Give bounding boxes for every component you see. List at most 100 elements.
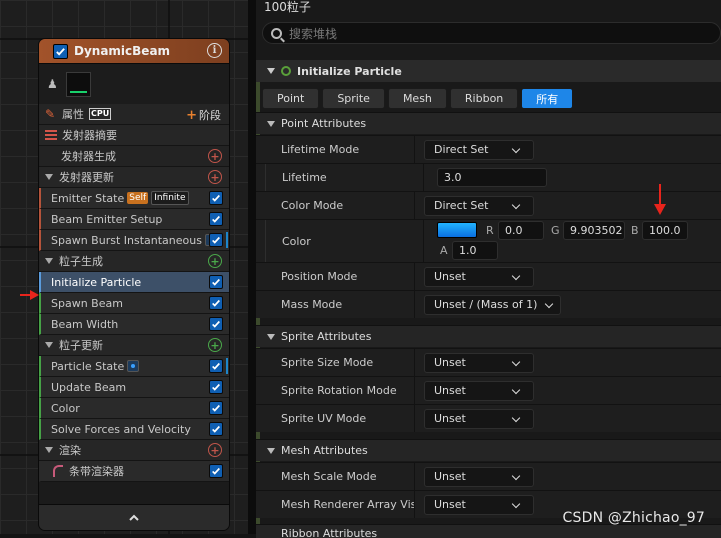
- module-enabled-checkbox[interactable]: [209, 359, 223, 373]
- add-module-icon[interactable]: +: [208, 149, 222, 163]
- stage-section-header[interactable]: 粒子更新 +: [39, 335, 229, 356]
- sprite-attributes-header[interactable]: Sprite Attributes: [256, 325, 721, 347]
- sprite-rotation-mode-value: Unset: [434, 384, 466, 397]
- search-placeholder: 搜索堆栈: [289, 26, 338, 41]
- chevron-down-icon: [511, 357, 521, 366]
- add-module-icon[interactable]: +: [208, 170, 222, 184]
- collapse-triangle-icon[interactable]: [267, 120, 275, 127]
- module-row[interactable]: Particle State: [39, 356, 229, 377]
- plus-icon: +: [186, 108, 197, 123]
- module-enabled-checkbox[interactable]: [209, 275, 223, 289]
- mesh-renderer-array-value: Unset: [434, 498, 466, 511]
- emitter-node[interactable]: DynamicBeam i ♟ ✎ 属性 CPU + 阶段 发射器摘要 发射器生成 +…: [38, 38, 230, 531]
- module-row[interactable]: Initialize Particle: [39, 272, 229, 293]
- module-row[interactable]: Update Beam: [39, 377, 229, 398]
- info-icon[interactable]: i: [207, 43, 222, 58]
- sprite-size-mode-row: Sprite Size Mode Unset: [256, 348, 721, 376]
- stage-section-header[interactable]: 粒子生成 +: [39, 251, 229, 272]
- module-enabled-checkbox[interactable]: [209, 212, 223, 226]
- color-mode-row: Color Mode Direct Set: [256, 191, 721, 219]
- color-a-input[interactable]: 1.0: [452, 241, 498, 260]
- mesh-attributes-header[interactable]: Mesh Attributes: [256, 439, 721, 461]
- chevron-down-icon: [511, 471, 521, 480]
- collapse-triangle-icon[interactable]: [45, 447, 53, 453]
- row-label: Emitter State: [51, 191, 125, 205]
- module-row[interactable]: Spawn Burst Instantaneous: [39, 230, 229, 251]
- color-g-input[interactable]: 9.903502: [563, 221, 625, 240]
- sim-target-badge: CPU: [89, 108, 112, 120]
- mesh-renderer-array-dropdown[interactable]: Unset: [424, 494, 534, 515]
- add-module-icon[interactable]: +: [208, 338, 222, 352]
- filter-mesh[interactable]: Mesh: [387, 88, 447, 109]
- filter-sprite[interactable]: Sprite: [322, 88, 385, 109]
- sprite-size-mode-dropdown[interactable]: Unset: [424, 352, 534, 373]
- lifetime-label: Lifetime: [265, 164, 424, 191]
- selection-details-panel: 100粒子 搜索堆栈 Initialize Particle Point Spr…: [256, 0, 721, 538]
- lifetime-input[interactable]: 3.0: [437, 168, 547, 187]
- collapse-triangle-icon[interactable]: [267, 333, 275, 340]
- filter-ribbon[interactable]: Ribbon: [449, 88, 519, 109]
- emitter-summary-row[interactable]: 发射器摘要: [39, 125, 229, 146]
- stage-row[interactable]: 发射器生成 +: [39, 146, 229, 167]
- emitter-thumbnail[interactable]: [65, 71, 91, 97]
- color-swatch[interactable]: [437, 222, 477, 238]
- row-label: Solve Forces and Velocity: [51, 422, 191, 436]
- add-module-icon[interactable]: +: [208, 443, 222, 457]
- module-enabled-checkbox[interactable]: [209, 233, 223, 247]
- row-label: 发射器更新: [59, 171, 114, 184]
- module-enabled-checkbox[interactable]: [209, 464, 223, 478]
- row-label: Particle State: [51, 359, 125, 373]
- module-enabled-checkbox[interactable]: [209, 422, 223, 436]
- module-row[interactable]: Emitter State Self Infinite: [39, 188, 229, 209]
- module-enabled-checkbox[interactable]: [209, 296, 223, 310]
- color-mode-dropdown[interactable]: Direct Set: [424, 195, 534, 216]
- stage-section-header[interactable]: 渲染 +: [39, 440, 229, 461]
- color-r-input[interactable]: 0.0: [498, 221, 544, 240]
- module-row[interactable]: Solve Forces and Velocity: [39, 419, 229, 440]
- sprite-rotation-mode-dropdown[interactable]: Unset: [424, 380, 534, 401]
- collapse-triangle-icon[interactable]: [45, 258, 53, 264]
- add-stage-button[interactable]: + 阶段: [186, 107, 223, 123]
- node-header[interactable]: DynamicBeam i: [39, 39, 229, 64]
- position-mode-dropdown[interactable]: Unset: [424, 266, 534, 287]
- mesh-scale-mode-dropdown[interactable]: Unset: [424, 466, 534, 487]
- emitter-enabled-checkbox[interactable]: [53, 43, 68, 59]
- module-row[interactable]: Color: [39, 398, 229, 419]
- lifetime-mode-dropdown[interactable]: Direct Set: [424, 139, 534, 160]
- filter-all[interactable]: 所有: [521, 88, 574, 109]
- mesh-attributes-title: Mesh Attributes: [281, 444, 368, 457]
- row-label: Beam Emitter Setup: [51, 212, 163, 226]
- ribbon-icon: [53, 465, 63, 477]
- properties-row[interactable]: ✎ 属性 CPU + 阶段: [39, 104, 229, 125]
- module-row[interactable]: Beam Emitter Setup: [39, 209, 229, 230]
- color-b-input[interactable]: 100.0: [642, 221, 688, 240]
- module-row[interactable]: Beam Width: [39, 314, 229, 335]
- collapse-triangle-icon[interactable]: [45, 174, 53, 180]
- point-attributes-header[interactable]: Point Attributes: [256, 112, 721, 134]
- row-label: Beam Width: [51, 317, 119, 331]
- module-header[interactable]: Initialize Particle: [256, 60, 721, 82]
- module-enabled-checkbox[interactable]: [209, 401, 223, 415]
- module-enabled-checkbox[interactable]: [209, 317, 223, 331]
- collapse-triangle-icon[interactable]: [45, 342, 53, 348]
- panel-splitter[interactable]: [248, 0, 256, 534]
- sprite-uv-mode-dropdown[interactable]: Unset: [424, 408, 534, 429]
- collapse-node-button[interactable]: [39, 504, 229, 530]
- collapse-triangle-icon[interactable]: [267, 68, 275, 74]
- person-icon: ♟: [47, 77, 58, 91]
- ribbon-attributes-title: Ribbon Attributes: [281, 527, 378, 538]
- stack-search-field[interactable]: 搜索堆栈: [262, 22, 721, 44]
- filter-point[interactable]: Point: [262, 88, 320, 109]
- mass-mode-row: Mass Mode Unset / (Mass of 1): [256, 290, 721, 318]
- module-enabled-checkbox[interactable]: [209, 191, 223, 205]
- module-row[interactable]: Spawn Beam: [39, 293, 229, 314]
- lifetime-mode-row: Lifetime Mode Direct Set: [256, 135, 721, 163]
- ribbon-attributes-header[interactable]: Ribbon Attributes: [256, 524, 721, 538]
- ribbon-renderer-row[interactable]: 条带渲染器: [39, 461, 229, 482]
- add-module-icon[interactable]: +: [208, 254, 222, 268]
- collapse-triangle-icon[interactable]: [267, 447, 275, 454]
- module-enabled-checkbox[interactable]: [209, 380, 223, 394]
- mass-mode-dropdown[interactable]: Unset / (Mass of 1): [424, 294, 561, 315]
- stage-section-header[interactable]: 发射器更新 +: [39, 167, 229, 188]
- node-title: DynamicBeam: [74, 44, 171, 58]
